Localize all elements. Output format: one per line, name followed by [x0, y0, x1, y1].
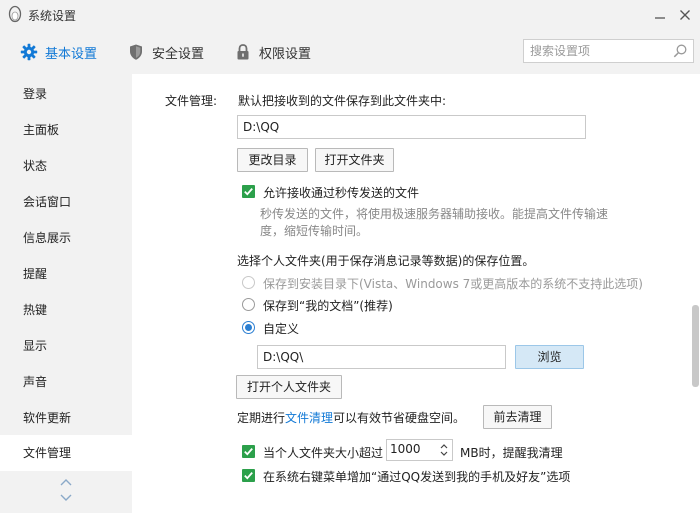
radio-install-dir-label: 保存到安装目录下(Vista、Windows 7或更高版本的系统不支持此选项): [263, 277, 643, 291]
sidebar-item-status[interactable]: 状态: [0, 148, 132, 184]
sidebar-item-file-management[interactable]: 文件管理: [0, 435, 132, 471]
tab-basic-settings[interactable]: 基本设置: [20, 30, 97, 74]
tab-basic-settings-label: 基本设置: [45, 46, 98, 62]
radio-install-dir: [242, 276, 255, 289]
open-folder-button[interactable]: 打开文件夹: [315, 148, 394, 172]
lock-icon: [237, 44, 249, 60]
cleanup-text: 定期进行文件清理可以有效节省硬盘空间。: [237, 409, 465, 426]
title-bar: 系统设置: [0, 0, 700, 30]
file-cleanup-link[interactable]: 文件清理: [285, 411, 333, 425]
search-input[interactable]: [530, 43, 665, 59]
chevron-down-icon[interactable]: [59, 493, 73, 503]
scrollbar-thumb[interactable]: [692, 305, 699, 387]
context-menu-checkbox[interactable]: [242, 469, 255, 482]
gear-icon: [20, 43, 38, 61]
settings-content: 文件管理: 默认把接收到的文件保存到此文件夹中: D:\QQ 更改目录 打开文件…: [132, 74, 700, 513]
flash-transfer-desc-line2: 度，缩短传输时间。: [260, 224, 369, 238]
size-limit-value: 1000: [390, 442, 421, 456]
sidebar-item-reminders[interactable]: 提醒: [0, 256, 132, 292]
close-icon: [680, 10, 690, 20]
scrollbar-track[interactable]: [688, 74, 700, 513]
sidebar-item-login[interactable]: 登录: [0, 76, 132, 112]
go-cleanup-button[interactable]: 前去清理: [483, 405, 552, 429]
qq-penguin-icon: [8, 5, 22, 23]
radio-my-documents[interactable]: [242, 298, 255, 311]
tab-permission-settings-label: 权限设置: [259, 46, 312, 62]
checkmark-icon: [244, 472, 253, 480]
size-reminder-label-prefix: 当个人文件夹大小超过: [263, 446, 384, 460]
close-button[interactable]: [676, 6, 694, 24]
sidebar-nav: 登录 主面板 状态 会话窗口 信息展示 提醒 热键 显示 声音 软件更新 文件管…: [0, 74, 132, 513]
sidebar-item-sound[interactable]: 声音: [0, 364, 132, 400]
radio-my-documents-label: 保存到“我的文档”(推荐): [263, 299, 393, 313]
sidebar-item-hotkeys[interactable]: 热键: [0, 292, 132, 328]
spinner-arrows-icon[interactable]: [439, 442, 449, 458]
personal-folder-label: 选择个人文件夹(用于保存消息记录等数据)的保存位置。: [237, 254, 535, 268]
checkmark-icon: [244, 188, 253, 196]
section-label-file-management: 文件管理:: [165, 94, 218, 108]
radio-custom-label: 自定义: [263, 322, 300, 336]
default-save-path-field[interactable]: D:\QQ: [237, 115, 586, 139]
tab-permission-settings[interactable]: 权限设置: [234, 30, 311, 74]
open-personal-folder-button[interactable]: 打开个人文件夹: [236, 375, 342, 399]
default-save-label: 默认把接收到的文件保存到此文件夹中:: [238, 94, 447, 108]
tab-bar: 基本设置 安全设置 权限设置: [0, 30, 700, 74]
sidebar-item-main-panel[interactable]: 主面板: [0, 112, 132, 148]
flash-transfer-desc-line1: 秒传发送的文件，将使用极速服务器辅助接收。能提高文件传输速: [260, 207, 609, 221]
shield-icon: [130, 44, 142, 60]
minimize-button[interactable]: [651, 6, 669, 24]
cleanup-prefix: 定期进行: [237, 411, 286, 425]
search-icon[interactable]: [672, 43, 688, 59]
tab-security-settings[interactable]: 安全设置: [127, 30, 204, 74]
minimize-icon: [655, 17, 665, 19]
tab-security-settings-label: 安全设置: [152, 46, 205, 62]
sidebar-item-info-display[interactable]: 信息展示: [0, 220, 132, 256]
chevron-up-icon[interactable]: [59, 477, 73, 487]
size-limit-stepper[interactable]: 1000: [386, 439, 453, 461]
search-box: [523, 39, 694, 63]
radio-custom[interactable]: [242, 321, 255, 334]
size-reminder-label-suffix: MB时，提醒我清理: [460, 446, 563, 460]
sidebar-item-chat-window[interactable]: 会话窗口: [0, 184, 132, 220]
browse-button[interactable]: 浏览: [515, 345, 584, 369]
size-reminder-checkbox[interactable]: [242, 445, 255, 458]
window-title: 系统设置: [28, 9, 77, 23]
custom-path-field[interactable]: D:\QQ\: [257, 345, 506, 369]
sidebar-item-display[interactable]: 显示: [0, 328, 132, 364]
allow-flash-transfer-label: 允许接收通过秒传发送的文件: [263, 186, 420, 200]
change-directory-button[interactable]: 更改目录: [237, 148, 308, 172]
allow-flash-transfer-checkbox[interactable]: [242, 185, 255, 198]
cleanup-suffix: 可以有效节省硬盘空间。: [333, 411, 466, 425]
context-menu-label: 在系统右键菜单增加“通过QQ发送到我的手机及好友”选项: [263, 470, 571, 484]
sidebar-item-software-update[interactable]: 软件更新: [0, 400, 132, 436]
checkmark-icon: [244, 448, 253, 456]
